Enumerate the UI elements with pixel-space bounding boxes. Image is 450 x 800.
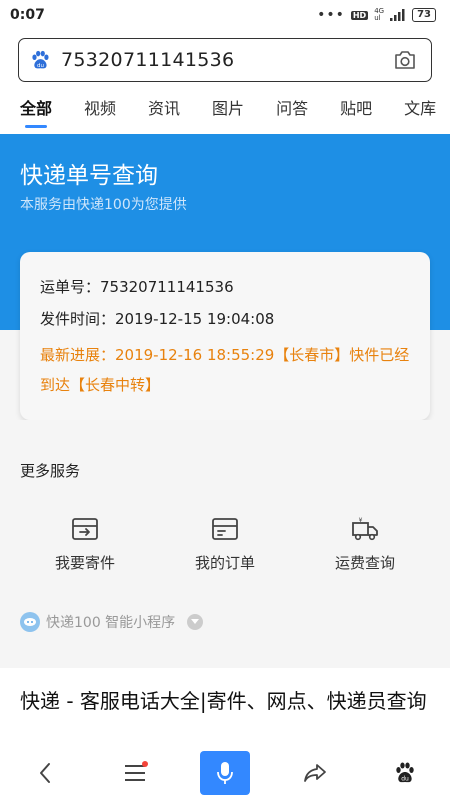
tab-wenku[interactable]: 文库 <box>404 90 436 134</box>
more-services: 更多服务 我要寄件 我的订单 ¥ 运费查询 快递100 智能小程序 <box>0 420 450 660</box>
service-freight-query[interactable]: ¥ 运费查询 <box>290 516 440 573</box>
share-icon <box>304 764 326 782</box>
bottom-nav: du <box>0 746 450 800</box>
baidu-paw-icon: du <box>32 50 49 69</box>
signal-icon <box>390 9 405 21</box>
back-button[interactable] <box>20 751 70 795</box>
tab-news[interactable]: 资讯 <box>148 90 180 134</box>
express-subtitle: 本服务由快递100为您提供 <box>20 197 187 213</box>
search-tabs: 全部 视频 资讯 图片 问答 贴吧 文库 <box>0 90 450 134</box>
tab-tieba[interactable]: 贴吧 <box>340 90 372 134</box>
svg-text:¥: ¥ <box>359 517 363 524</box>
chevron-down-icon[interactable] <box>187 614 204 630</box>
svg-text:du: du <box>37 63 44 69</box>
kuaidi100-logo-icon <box>20 612 40 632</box>
status-time: 0:07 <box>10 7 45 23</box>
service-label: 我的订单 <box>194 554 255 572</box>
search-box[interactable]: du 75320711141536 <box>18 38 432 82</box>
services-title: 更多服务 <box>20 462 81 480</box>
tracking-card[interactable]: 运单号：75320711141536 发件时间：2019-12-15 19:04… <box>20 252 430 420</box>
svg-text:du: du <box>401 776 409 783</box>
share-button[interactable] <box>290 751 340 795</box>
service-my-orders[interactable]: 我的订单 <box>150 516 300 573</box>
latest-progress: 最新进展：2019-12-16 18:55:29【长春市】快件已经到达【长春中转… <box>40 346 410 394</box>
voice-search-button[interactable] <box>200 751 250 795</box>
mini-program-link[interactable]: 快递100 智能小程序 <box>20 612 204 632</box>
network-arrows: ul <box>374 14 381 22</box>
mini-program-text: 快递100 智能小程序 <box>46 615 176 631</box>
service-label: 运费查询 <box>334 554 395 572</box>
service-send-package[interactable]: 我要寄件 <box>10 516 160 573</box>
baidu-paw-icon: du <box>396 762 414 783</box>
hd-badge: HD <box>350 10 369 20</box>
express-title: 快递单号查询 <box>20 163 158 189</box>
send-time: 发件时间：2019-12-15 19:04:08 <box>40 310 275 328</box>
service-label: 我要寄件 <box>54 554 115 572</box>
send-package-icon <box>72 518 98 540</box>
baidu-home-button[interactable]: du <box>380 751 430 795</box>
waybill-number: 运单号：75320711141536 <box>40 278 234 296</box>
microphone-icon <box>217 762 233 784</box>
back-arrow-icon <box>40 763 50 783</box>
tab-qa[interactable]: 问答 <box>276 90 308 134</box>
search-input[interactable]: 75320711141536 <box>61 49 393 71</box>
notification-dots-icon: ••• <box>317 7 345 23</box>
menu-button[interactable] <box>110 751 160 795</box>
battery-indicator: 73 <box>412 8 436 22</box>
result-title[interactable]: 快递 - 客服电话大全|寄件、网点、快递员查询 <box>20 684 430 718</box>
camera-icon[interactable] <box>393 49 417 71</box>
tab-video[interactable]: 视频 <box>84 90 116 134</box>
tab-images[interactable]: 图片 <box>212 90 244 134</box>
order-icon <box>212 518 238 540</box>
status-icons: ••• HD 4G ul 73 <box>317 8 436 22</box>
status-bar: 0:07 ••• HD 4G ul 73 <box>0 0 450 30</box>
truck-icon: ¥ <box>352 517 378 541</box>
network-indicator: 4G ul <box>374 8 384 22</box>
search-result[interactable]: 快递 - 客服电话大全|寄件、网点、快递员查询 <box>0 668 450 752</box>
tab-all[interactable]: 全部 <box>20 90 52 134</box>
search-bar: du 75320711141536 <box>0 30 450 90</box>
notification-dot <box>142 761 148 767</box>
